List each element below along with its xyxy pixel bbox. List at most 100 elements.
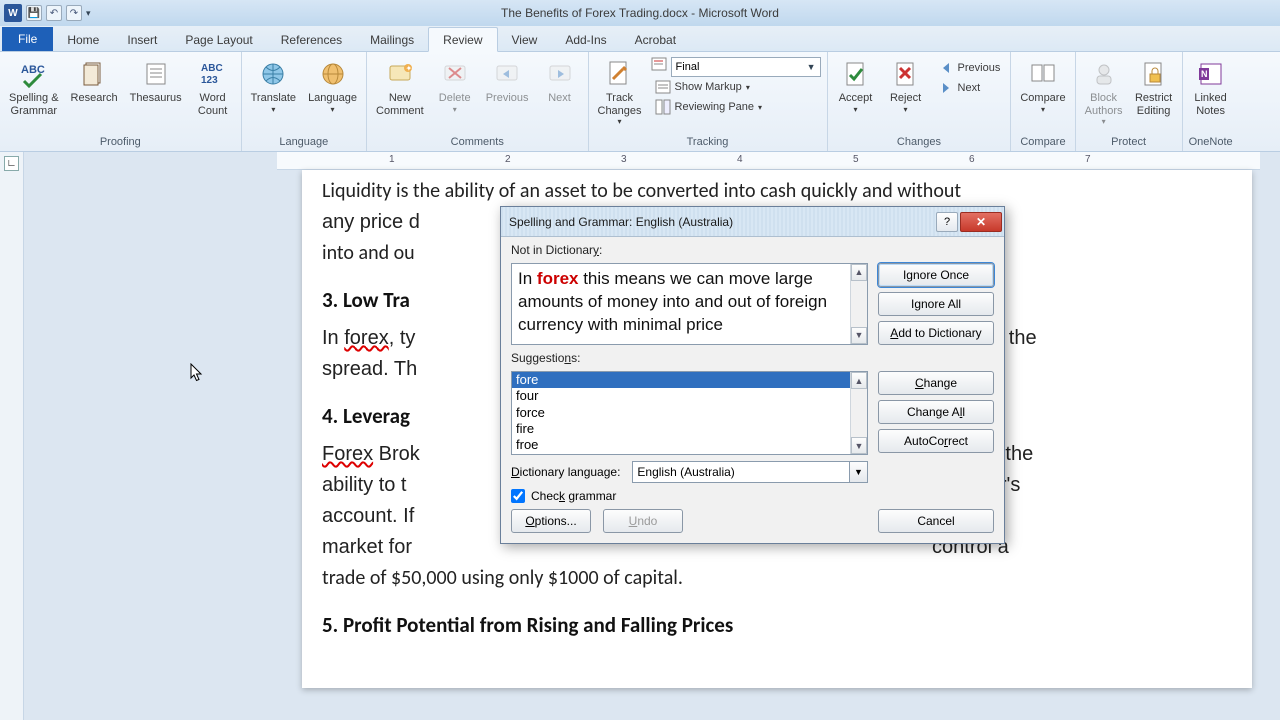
dialog-title: Spelling and Grammar: English (Australia… (509, 215, 934, 229)
previous-comment-button[interactable]: Previous (483, 54, 532, 107)
check-grammar-checkbox[interactable]: Check grammar (511, 489, 868, 503)
dialog-titlebar[interactable]: Spelling and Grammar: English (Australia… (501, 207, 1004, 237)
next-comment-icon (544, 58, 576, 90)
ruler-tick: 1 (389, 154, 395, 165)
word-app-icon[interactable]: W (4, 4, 22, 22)
autocorrect-button[interactable]: AutoCorrect (878, 429, 994, 453)
ignore-once-button[interactable]: Ignore Once (878, 263, 994, 287)
suggestion-item[interactable]: froe (512, 437, 867, 453)
ruler-tick: 5 (853, 154, 859, 165)
tab-mailings[interactable]: Mailings (356, 28, 428, 51)
delete-comment-button[interactable]: Delete▾ (433, 54, 477, 116)
ruler-tick: 6 (969, 154, 975, 165)
translate-icon (257, 58, 289, 90)
help-button[interactable]: ? (936, 212, 958, 232)
restrict-editing-button[interactable]: Restrict Editing (1132, 54, 1176, 119)
dictionary-language-value: English (Australia) (637, 465, 734, 479)
body-text: trade of $50,000 using only $1000 of cap… (322, 563, 1232, 594)
suggestion-item[interactable]: fore (512, 372, 867, 388)
suggestion-item[interactable]: four (512, 388, 867, 404)
redo-icon[interactable]: ↷ (66, 5, 82, 21)
translate-button[interactable]: Translate▾ (248, 54, 299, 116)
group-label-proofing: Proofing (6, 134, 235, 151)
quick-access-toolbar: W 💾 ↶ ↷ ▾ (0, 4, 96, 22)
heading-5: 5. Profit Potential from Rising and Fall… (322, 612, 1232, 638)
cancel-button[interactable]: Cancel (878, 509, 994, 533)
display-for-review-combo[interactable]: Final▼ (671, 57, 821, 77)
compare-button[interactable]: Compare▾ (1017, 54, 1068, 116)
onenote-icon: N (1195, 58, 1227, 90)
add-to-dictionary-button[interactable]: Add to Dictionary (878, 321, 994, 345)
chevron-down-icon[interactable]: ▼ (849, 462, 867, 482)
options-button[interactable]: Options... (511, 509, 591, 533)
reject-button[interactable]: Reject▾ (884, 54, 928, 116)
group-label-comments: Comments (373, 134, 581, 151)
svg-text:ABC: ABC (201, 63, 223, 74)
prev-change-icon (938, 60, 954, 76)
language-button[interactable]: Language▾ (305, 54, 360, 116)
next-comment-button[interactable]: Next (538, 54, 582, 107)
next-change-button[interactable]: Next (934, 78, 1005, 98)
context-textbox[interactable]: In forex this means we can move large am… (511, 263, 868, 345)
tab-page-layout[interactable]: Page Layout (171, 28, 266, 51)
suggestion-item[interactable]: fire (512, 421, 867, 437)
group-label-compare: Compare (1017, 134, 1068, 151)
save-icon[interactable]: 💾 (26, 5, 42, 21)
window-title: The Benefits of Forex Trading.docx - Mic… (501, 6, 779, 20)
tab-view[interactable]: View (498, 28, 552, 51)
group-changes: Accept▾ Reject▾ Previous Next Changes (828, 52, 1012, 151)
language-icon (317, 58, 349, 90)
body-text: Liquidity is the ability of an asset to … (322, 176, 1232, 207)
change-button[interactable]: Change (878, 371, 994, 395)
group-protect: Block Authors▾ Restrict Editing Protect (1076, 52, 1183, 151)
reviewing-pane-button[interactable]: Reviewing Pane ▾ (651, 97, 821, 117)
tab-home[interactable]: Home (53, 28, 113, 51)
spelling-error: Forex (322, 443, 373, 465)
word-count-icon: ABC123 (197, 58, 229, 90)
check-grammar-input[interactable] (511, 489, 525, 503)
dictionary-language-combo[interactable]: English (Australia) ▼ (632, 461, 868, 483)
new-comment-button[interactable]: ✦New Comment (373, 54, 427, 119)
suggestion-item[interactable]: force (512, 405, 867, 421)
ruler-tick: 4 (737, 154, 743, 165)
previous-change-button[interactable]: Previous (934, 58, 1005, 78)
tab-file[interactable]: File (2, 27, 53, 51)
linked-notes-button[interactable]: NLinked Notes (1189, 54, 1233, 119)
block-authors-button[interactable]: Block Authors▾ (1082, 54, 1126, 128)
reject-icon (890, 58, 922, 90)
tab-review[interactable]: Review (428, 27, 497, 52)
track-changes-button[interactable]: Track Changes▾ (595, 54, 645, 128)
qat-dropdown-icon[interactable]: ▾ (86, 8, 96, 19)
show-markup-button[interactable]: Show Markup ▾ (651, 77, 821, 97)
horizontal-ruler[interactable]: 1 2 3 4 5 6 7 (277, 152, 1260, 170)
tab-insert[interactable]: Insert (113, 28, 171, 51)
suggestions-listbox[interactable]: fore four force fire froe ▲▼ (511, 371, 868, 455)
tab-selector[interactable]: ∟ (4, 156, 19, 171)
accept-button[interactable]: Accept▾ (834, 54, 878, 116)
spelling-grammar-button[interactable]: ABCSpelling & Grammar (6, 54, 62, 119)
tab-references[interactable]: References (267, 28, 356, 51)
tab-acrobat[interactable]: Acrobat (621, 28, 690, 51)
ruler-tick: 7 (1085, 154, 1091, 165)
scroll-down-icon[interactable]: ▼ (851, 437, 867, 454)
group-label-language: Language (248, 134, 360, 151)
undo-icon[interactable]: ↶ (46, 5, 62, 21)
textbox-scrollbar[interactable]: ▲▼ (850, 264, 867, 344)
undo-button[interactable]: Undo (603, 509, 683, 533)
close-button[interactable]: ✕ (960, 212, 1002, 232)
scroll-down-icon[interactable]: ▼ (851, 327, 867, 344)
reviewing-pane-icon (655, 99, 671, 115)
restrict-icon (1138, 58, 1170, 90)
group-label-protect: Protect (1082, 134, 1176, 151)
thesaurus-button[interactable]: Thesaurus (127, 54, 185, 107)
research-button[interactable]: Research (68, 54, 121, 107)
scroll-up-icon[interactable]: ▲ (851, 372, 867, 389)
scroll-up-icon[interactable]: ▲ (851, 264, 867, 281)
word-count-button[interactable]: ABC123Word Count (191, 54, 235, 119)
tab-add-ins[interactable]: Add-Ins (551, 28, 620, 51)
vertical-ruler: ∟ (0, 152, 24, 720)
change-all-button[interactable]: Change All (878, 400, 994, 424)
group-label-tracking: Tracking (595, 134, 821, 151)
ignore-all-button[interactable]: Ignore All (878, 292, 994, 316)
listbox-scrollbar[interactable]: ▲▼ (850, 372, 867, 454)
